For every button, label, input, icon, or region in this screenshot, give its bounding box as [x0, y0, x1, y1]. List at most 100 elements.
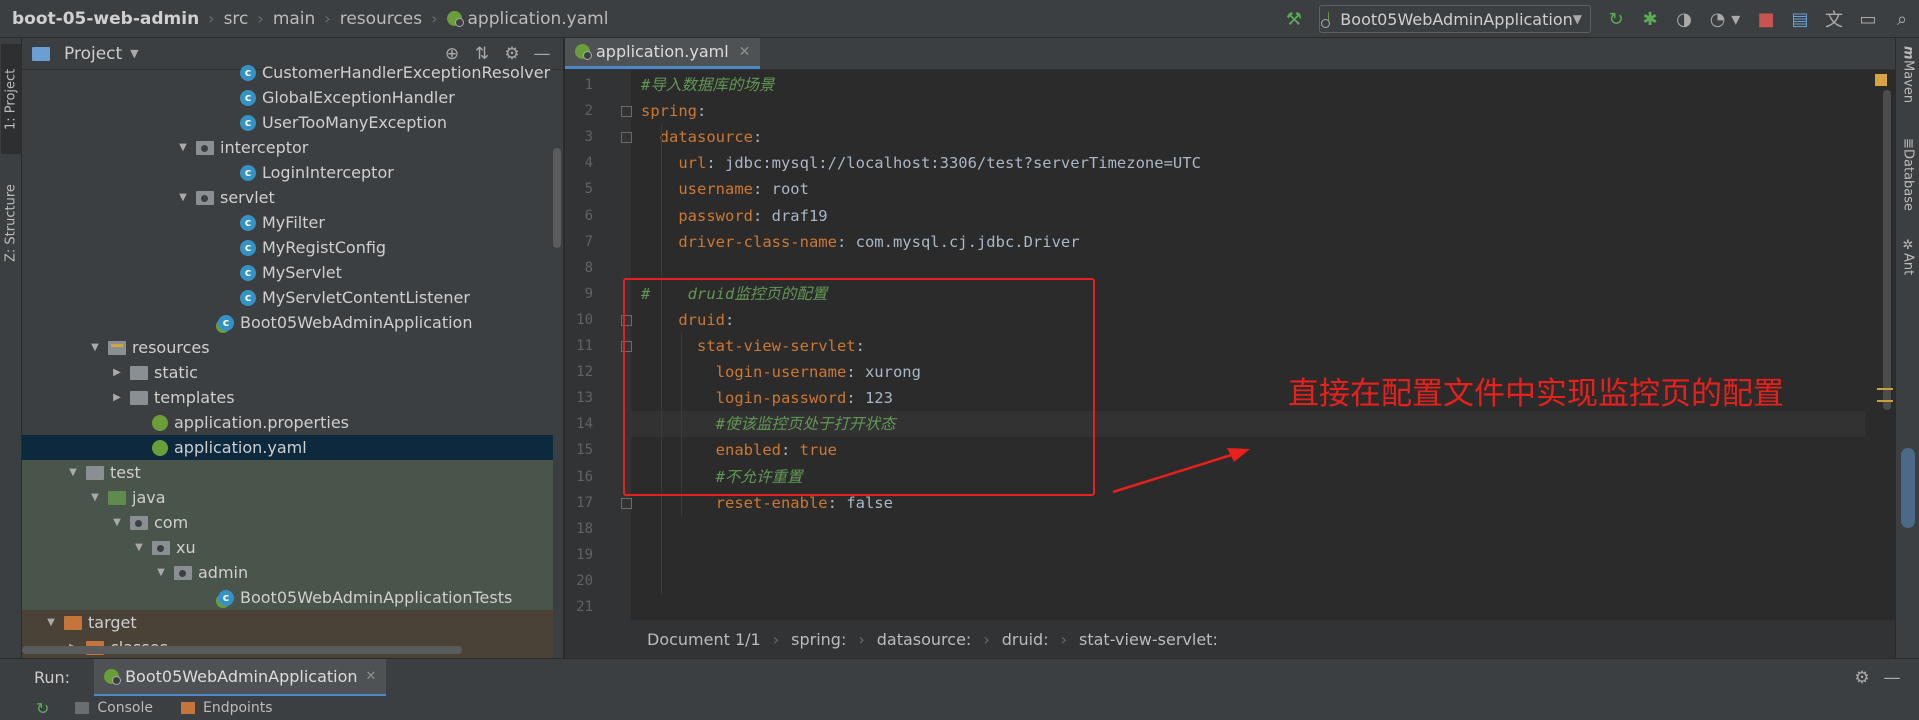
expand-arrow-icon[interactable]: ▼	[88, 492, 102, 503]
database-tool-tab[interactable]: ≣ Database	[1899, 138, 1917, 211]
annotation-red-box	[623, 278, 1095, 496]
tree-item[interactable]: ▶ templates	[22, 385, 553, 410]
project-tree[interactable]: c CustomerHandlerExceptionResolver c Global…	[22, 63, 553, 658]
tree-item[interactable]: c UserTooManyException	[22, 110, 553, 135]
breadcrumb-resources[interactable]: resources	[340, 9, 422, 29]
tree-item[interactable]: application.properties	[22, 410, 553, 435]
tree-item[interactable]: c MyFilter	[22, 210, 553, 235]
tree-item[interactable]: ▼ admin	[22, 560, 553, 585]
maven-tool-tab[interactable]: m Maven	[1899, 46, 1917, 103]
code-line[interactable]	[631, 542, 1865, 568]
coverage-icon[interactable]: ◑	[1667, 0, 1701, 38]
project-tool-tab[interactable]: 1: Project	[1, 44, 21, 154]
expand-arrow-icon[interactable]: ▼	[66, 467, 80, 478]
code-line[interactable]	[631, 568, 1865, 594]
collapse-arrow-icon[interactable]: ▶	[110, 367, 124, 378]
expand-arrow-icon[interactable]: ▼	[176, 142, 190, 153]
debug-icon[interactable]: ✱	[1633, 0, 1667, 38]
breadcrumb-main[interactable]: main	[273, 9, 315, 29]
code-line[interactable]: #导入数据库的场景	[631, 72, 1865, 98]
tree-item[interactable]: c MyServletContentListener	[22, 285, 553, 310]
expand-arrow-icon[interactable]: ▼	[154, 567, 168, 578]
tree-item[interactable]: ▼ com	[22, 510, 553, 535]
code-line[interactable]: url: jdbc:mysql://localhost:3306/test?se…	[631, 150, 1865, 176]
tree-item[interactable]: ▼ servlet	[22, 185, 553, 210]
gear-icon[interactable]: ⚙	[1847, 668, 1877, 688]
line-number: 20	[576, 572, 593, 589]
expand-arrow-icon[interactable]: ▼	[176, 192, 190, 203]
yaml-file-icon	[446, 11, 464, 27]
navigation-bar: boot-05-web-admin › src › main › resourc…	[0, 0, 1919, 38]
breadcrumb-druid[interactable]: druid:	[1002, 630, 1049, 649]
close-icon[interactable]: ✕	[366, 669, 377, 684]
close-icon[interactable]: ✕	[739, 44, 751, 60]
tree-item[interactable]: ▼ java	[22, 485, 553, 510]
code-line[interactable]	[631, 516, 1865, 542]
breadcrumb-datasource[interactable]: datasource:	[877, 630, 972, 649]
endpoints-tab[interactable]: Endpoints	[180, 700, 273, 716]
code-line[interactable]: username: root	[631, 176, 1865, 202]
presentation-icon[interactable]: ▭	[1851, 0, 1885, 38]
editor-scrollbar-thumb[interactable]	[1883, 90, 1891, 410]
collapse-arrow-icon[interactable]: ▶	[110, 392, 124, 403]
scroll-indicator-widget[interactable]	[1901, 448, 1915, 528]
run-panel-actions: ⚙ —	[1847, 668, 1907, 688]
tree-item[interactable]: ▼ interceptor	[22, 135, 553, 160]
translate-icon[interactable]: 文	[1817, 0, 1851, 38]
code-line[interactable]	[631, 255, 1865, 281]
tree-item[interactable]: ▼ target	[22, 610, 553, 635]
tree-item[interactable]: ▼ xu	[22, 535, 553, 560]
expand-arrow-icon[interactable]: ▼	[110, 517, 124, 528]
breadcrumb-document[interactable]: Document 1/1	[647, 630, 761, 649]
change-marker[interactable]	[1877, 400, 1893, 402]
code-token: false	[846, 493, 893, 512]
build-hammer-icon[interactable]: ⚒	[1277, 0, 1311, 38]
change-marker[interactable]	[1877, 388, 1893, 390]
breadcrumb-project[interactable]: boot-05-web-admin	[12, 9, 199, 29]
tree-item[interactable]: c CustomerHandlerExceptionResolver	[22, 60, 553, 85]
rerun-icon[interactable]: ↻	[36, 699, 49, 718]
warning-status-icon[interactable]	[1875, 74, 1887, 86]
tree-item[interactable]: c MyRegistConfig	[22, 235, 553, 260]
breadcrumb-file[interactable]: application.yaml	[468, 9, 609, 29]
console-tab[interactable]: Console	[75, 700, 153, 716]
code-line[interactable]: spring:	[631, 98, 1865, 124]
tree-item[interactable]: ▼ test	[22, 460, 553, 485]
search-icon[interactable]: ⌕	[1885, 0, 1919, 38]
structure-tool-tab[interactable]: Z: Structure	[1, 158, 21, 288]
tree-item[interactable]: ▶ static	[22, 360, 553, 385]
ant-tool-tab[interactable]: ✲ Ant	[1899, 238, 1917, 275]
tree-item[interactable]: c Boot05WebAdminApplication	[22, 310, 553, 335]
editor-scroll-track[interactable]	[1865, 70, 1895, 620]
breadcrumb-stat-view-servlet[interactable]: stat-view-servlet:	[1079, 630, 1218, 649]
project-horizontal-scrollbar[interactable]	[22, 646, 462, 654]
code-line[interactable]: datasource:	[631, 124, 1865, 150]
ant-tool-label: Ant	[1900, 253, 1916, 276]
tree-item[interactable]: c LoginInterceptor	[22, 160, 553, 185]
line-number: 3	[584, 129, 593, 146]
minimize-icon[interactable]: —	[1877, 668, 1907, 688]
project-structure-icon[interactable]: ▤	[1783, 0, 1817, 38]
breadcrumb-src[interactable]: src	[224, 9, 249, 29]
expand-arrow-icon[interactable]: ▼	[44, 617, 58, 628]
tree-item[interactable]: application.yaml	[22, 435, 553, 460]
run-tab-boot05webadminapplication[interactable]: Boot05WebAdminApplication ✕	[94, 658, 387, 697]
tree-item[interactable]: c MyServlet	[22, 260, 553, 285]
tab-application-yaml[interactable]: application.yaml ✕	[565, 38, 761, 69]
rerun-icon[interactable]: ↻	[1599, 0, 1633, 38]
breadcrumb-spring[interactable]: spring:	[791, 630, 846, 649]
stop-icon[interactable]: ■	[1749, 0, 1783, 38]
code-line[interactable]	[631, 594, 1865, 620]
expand-arrow-icon[interactable]: ▼	[88, 342, 102, 353]
tree-item-label: MyServlet	[262, 263, 342, 282]
tree-item[interactable]: c GlobalExceptionHandler	[22, 85, 553, 110]
expand-arrow-icon[interactable]: ▼	[132, 542, 146, 553]
chevron-down-icon[interactable]: ▼	[130, 47, 138, 60]
code-line[interactable]: driver-class-name: com.mysql.cj.jdbc.Dri…	[631, 229, 1865, 255]
tree-item[interactable]: ▼ resources	[22, 335, 553, 360]
profile-icon[interactable]: ◔ ▾	[1701, 0, 1749, 38]
code-line[interactable]: password: draf19	[631, 203, 1865, 229]
tree-item[interactable]: c Boot05WebAdminApplicationTests	[22, 585, 553, 610]
project-vertical-scrollbar[interactable]	[553, 148, 561, 248]
run-configuration-select[interactable]: Boot05WebAdminApplication ▼	[1319, 5, 1591, 33]
